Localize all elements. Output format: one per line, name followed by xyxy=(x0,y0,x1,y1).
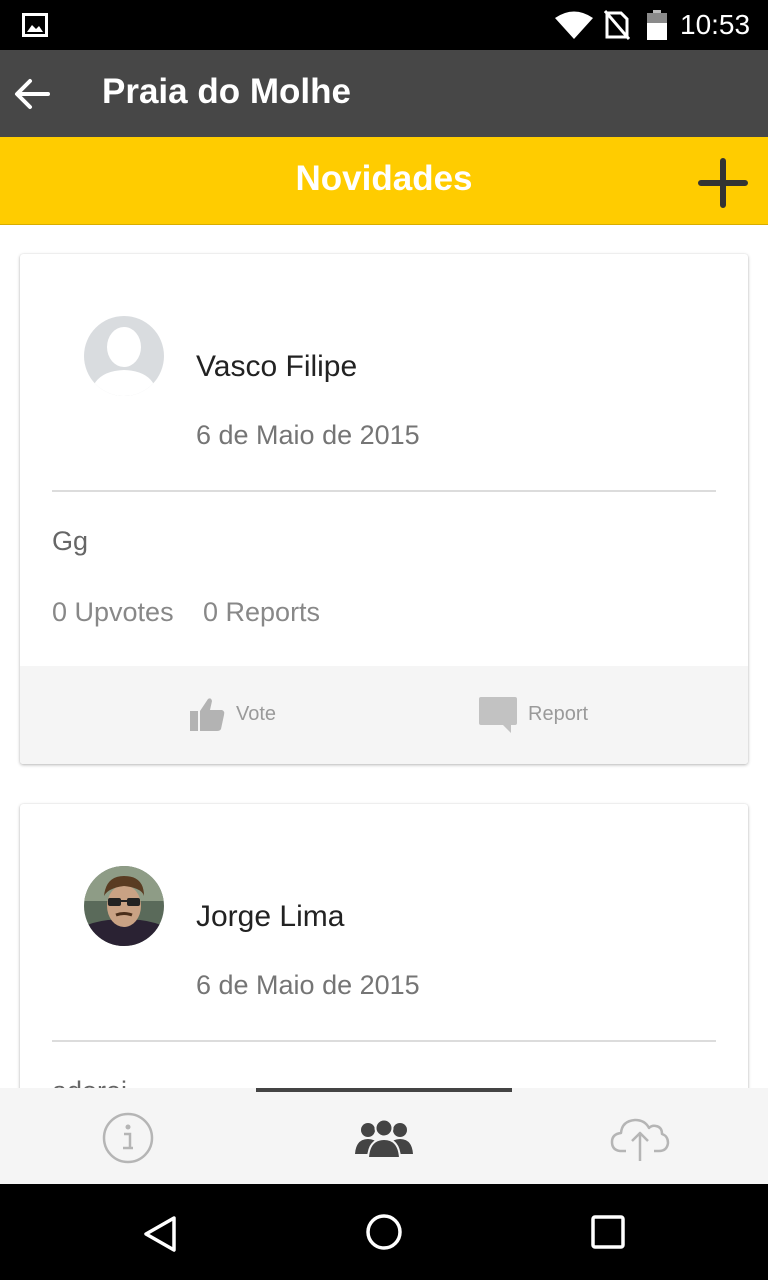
cloud-upload-icon xyxy=(610,1118,670,1161)
no-sim-icon xyxy=(604,10,630,40)
nav-back-icon[interactable] xyxy=(138,1212,182,1256)
user-photo xyxy=(84,866,164,946)
app-bar: Praia do Molhe xyxy=(0,50,768,137)
report-count: 0 Reports xyxy=(203,597,321,627)
nav-home-icon[interactable] xyxy=(362,1210,406,1254)
section-title: Novidades xyxy=(295,159,473,198)
nav-recents-icon[interactable] xyxy=(586,1210,630,1254)
post-card: Vasco Filipe 6 de Maio de 2015 Gg 0 Upvo… xyxy=(20,254,748,764)
page-title: Praia do Molhe xyxy=(102,72,351,111)
post-date: 6 de Maio de 2015 xyxy=(196,970,420,1000)
divider xyxy=(52,490,716,492)
system-nav-bar xyxy=(0,1184,768,1280)
bottom-tab-bar xyxy=(0,1088,768,1184)
avatar xyxy=(84,866,164,946)
vote-button[interactable]: Vote xyxy=(188,692,276,736)
post-author: Jorge Lima xyxy=(196,900,345,933)
plus-icon[interactable] xyxy=(695,155,751,211)
tab-community[interactable] xyxy=(256,1092,512,1184)
app-screen: 10:53 Praia do Molhe Novidades Vasco Fil… xyxy=(0,0,768,1280)
post-date: 6 de Maio de 2015 xyxy=(196,420,420,450)
default-user-silhouette xyxy=(84,316,164,396)
vote-label: Vote xyxy=(236,702,277,725)
avatar xyxy=(84,316,164,396)
post-text: adorei xyxy=(52,1076,127,1088)
report-button[interactable]: Report xyxy=(478,692,588,736)
section-header: Novidades xyxy=(0,137,768,225)
battery-icon xyxy=(647,10,667,40)
clock-time: 10:53 xyxy=(680,9,751,40)
post-card: Jorge Lima 6 de Maio de 2015 adorei xyxy=(20,804,748,1088)
news-feed[interactable]: Vasco Filipe 6 de Maio de 2015 Gg 0 Upvo… xyxy=(0,226,768,1088)
post-actions: Vote Report xyxy=(20,666,748,764)
status-bar: 10:53 xyxy=(0,0,768,50)
divider xyxy=(52,1040,716,1042)
info-icon xyxy=(102,1112,154,1164)
comment-icon xyxy=(479,697,517,733)
tab-info[interactable] xyxy=(0,1092,256,1184)
tab-upload[interactable] xyxy=(512,1092,768,1184)
upvote-count: 0 Upvotes xyxy=(52,597,174,627)
post-text: Gg xyxy=(52,526,89,556)
post-author: Vasco Filipe xyxy=(196,350,358,383)
wifi-icon xyxy=(555,11,593,39)
thumbs-up-icon xyxy=(190,698,225,731)
group-icon xyxy=(355,1118,413,1158)
image-icon xyxy=(22,13,48,37)
report-label: Report xyxy=(528,702,589,725)
arrow-left-icon[interactable] xyxy=(12,76,52,112)
